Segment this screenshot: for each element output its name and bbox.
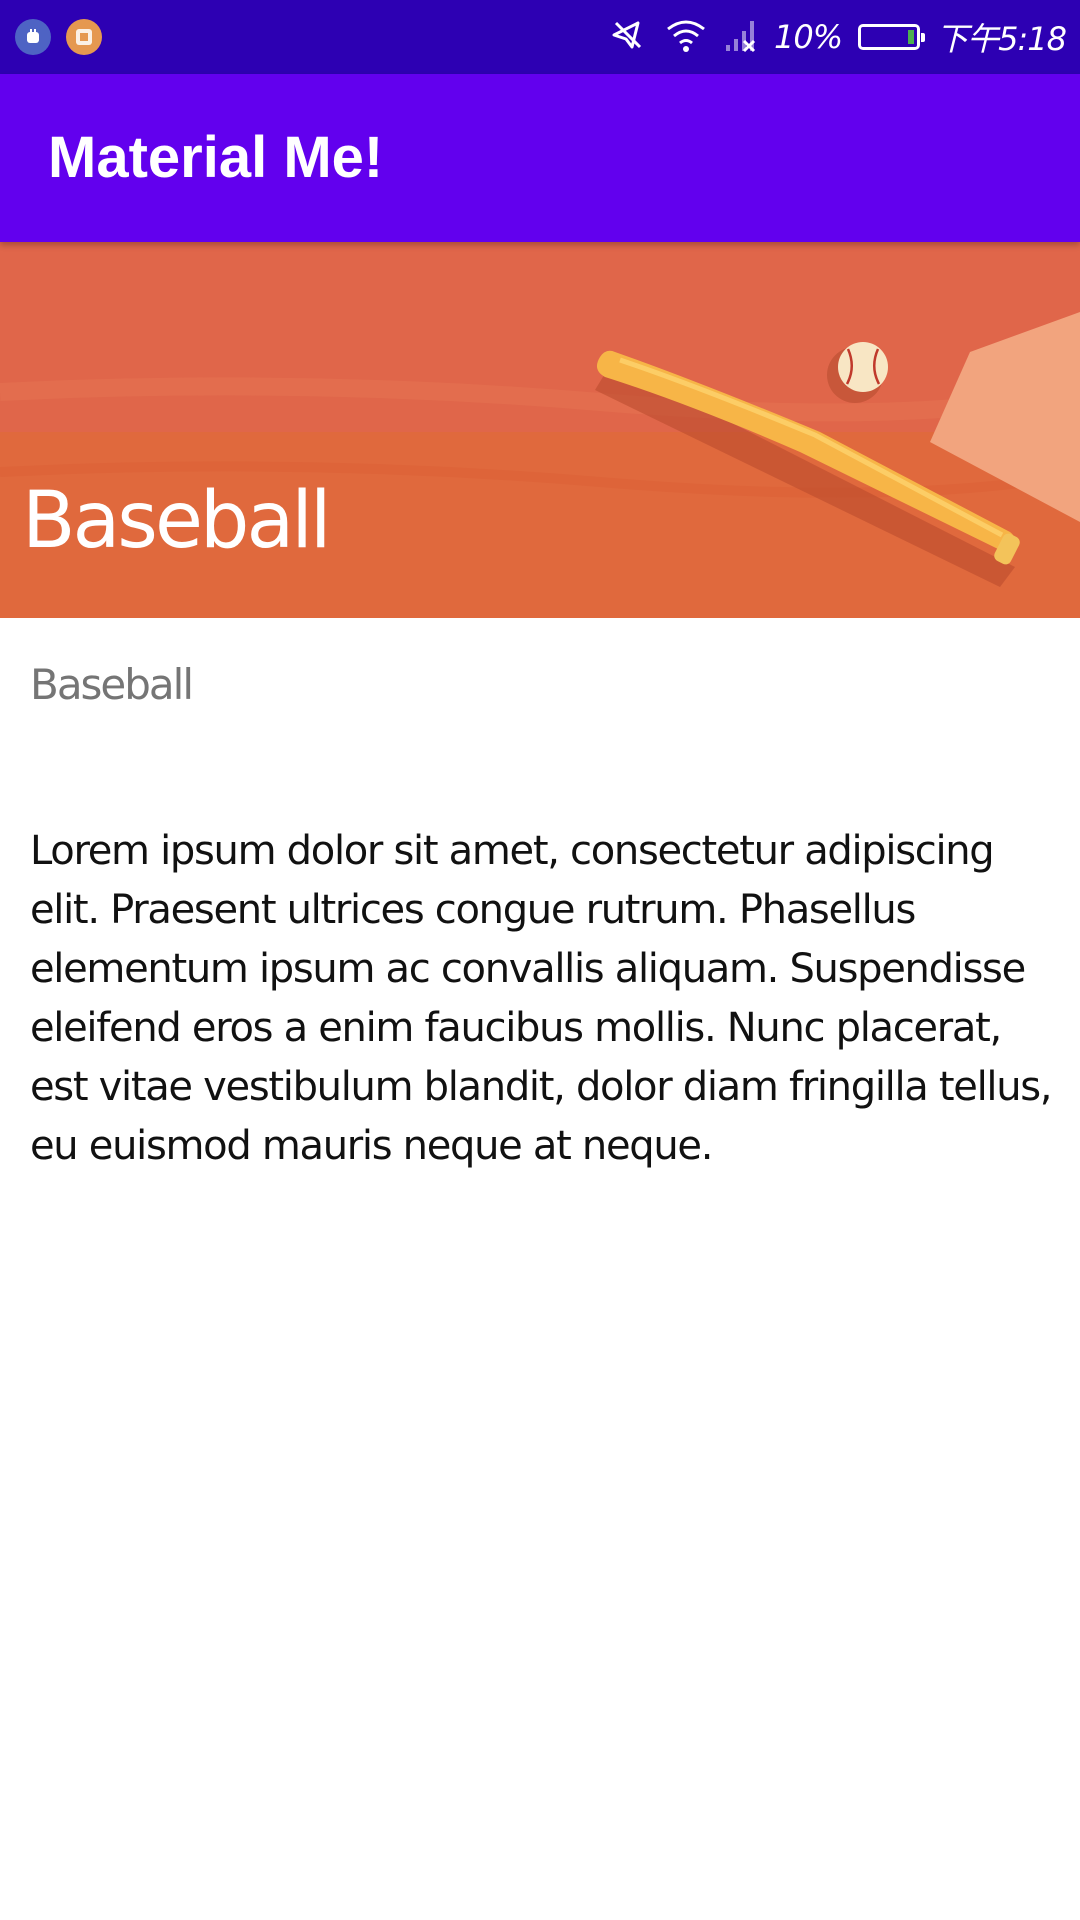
- mute-icon: [608, 15, 648, 59]
- clock: 下午5:18: [936, 20, 1067, 58]
- battery-icon: [858, 24, 926, 50]
- hero-title: Baseball: [22, 476, 332, 566]
- baseball: [838, 342, 888, 392]
- battery-level: [908, 30, 915, 44]
- status-bar: 10% 下午5:18: [0, 0, 1080, 74]
- battery-percent: 10%: [774, 18, 843, 56]
- wifi-icon: [664, 15, 708, 59]
- app-bar: Material Me!: [0, 74, 1080, 242]
- hero-image: Baseball: [0, 242, 1080, 618]
- app-notification-icon: [66, 19, 102, 55]
- app-notification-icon: [15, 19, 51, 55]
- app-title: Material Me!: [48, 125, 384, 190]
- status-icons: 10% 下午5:18: [608, 0, 1067, 74]
- signal-icon: [724, 15, 758, 59]
- sport-subtitle: Baseball: [30, 660, 194, 709]
- sport-description: Lorem ipsum dolor sit amet, consectetur …: [30, 828, 1053, 1169]
